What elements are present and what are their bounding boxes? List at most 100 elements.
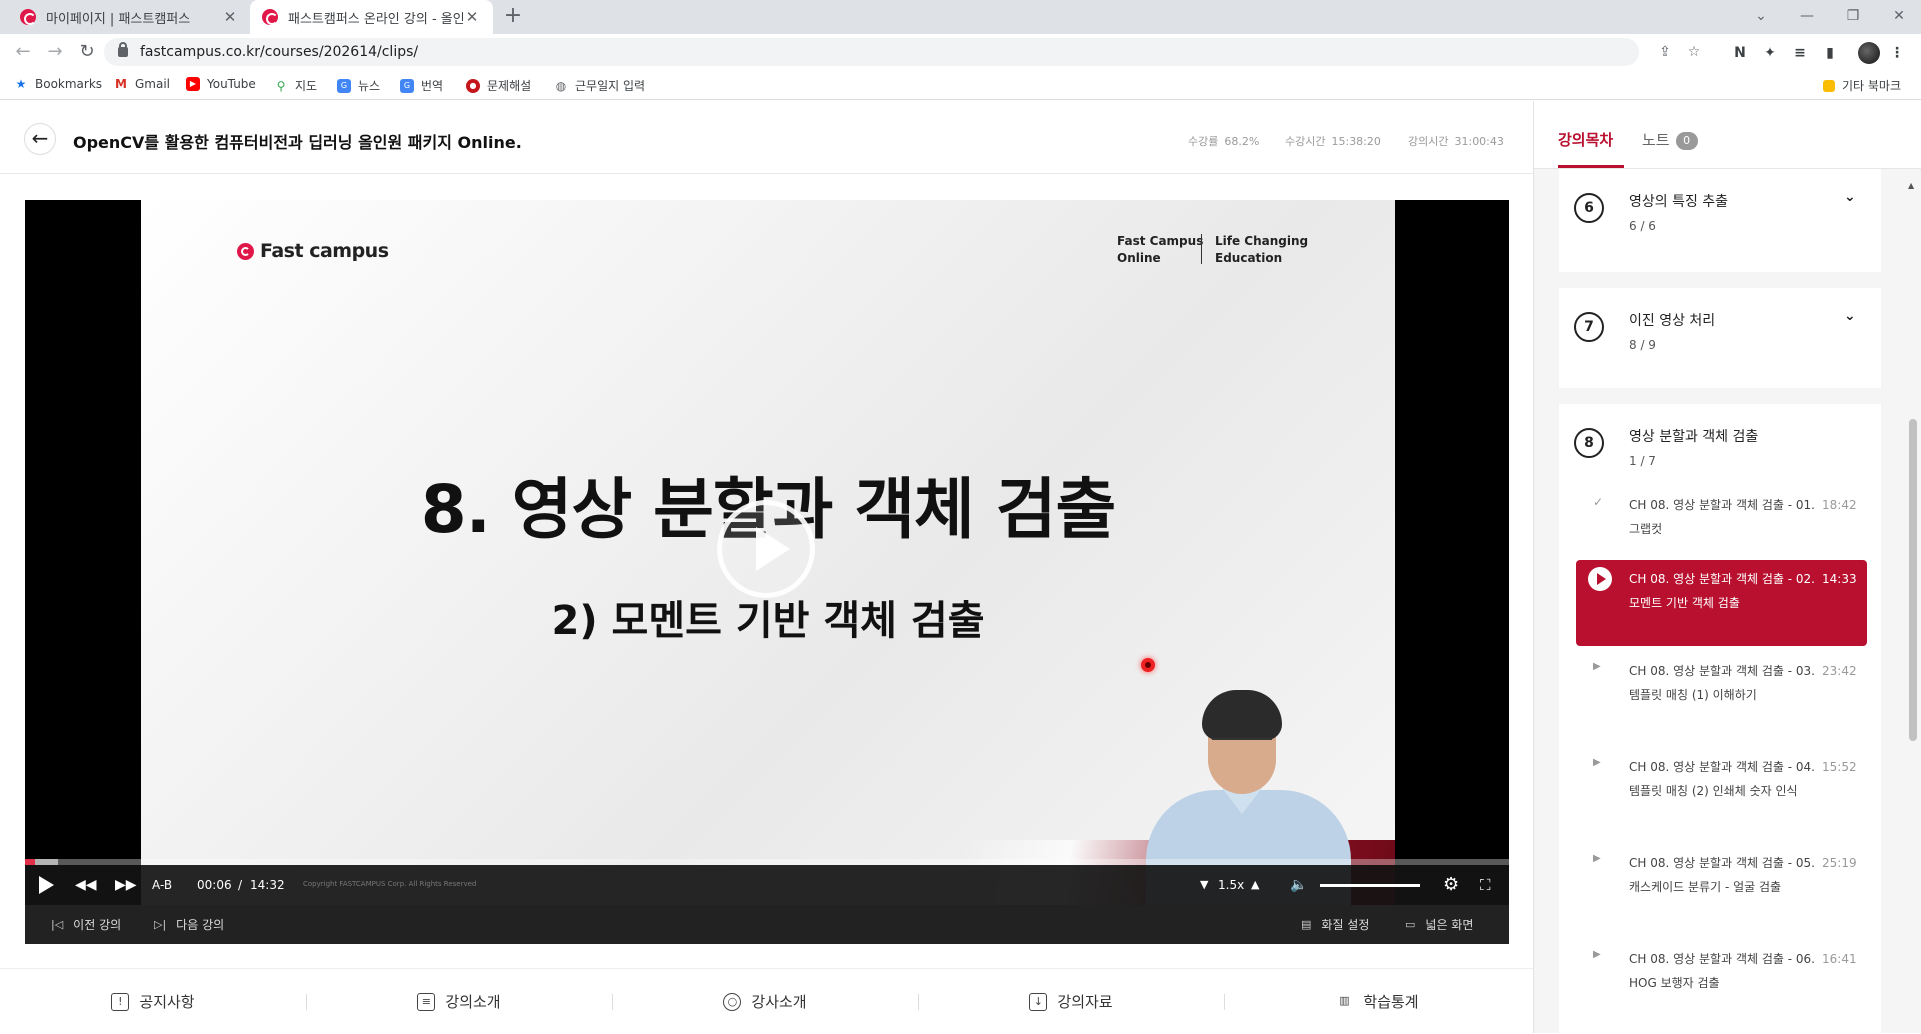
tab-title: 패스트캠퍼스 온라인 강의 - 올인 bbox=[288, 11, 463, 27]
speed-down-icon[interactable]: ▼ bbox=[1200, 875, 1208, 895]
panel-scrollbar[interactable] bbox=[1909, 419, 1917, 741]
chapter-7[interactable]: 7 이진 영상 처리 8 / 9 ⌄ bbox=[1559, 288, 1881, 388]
bookmark-star-icon[interactable]: ☆ bbox=[1684, 38, 1704, 66]
play-small-icon: ▶ bbox=[1593, 661, 1601, 672]
lesson-title: CH 08. 영상 분할과 객체 검출 - 06. HOG 보행자 검출 bbox=[1629, 952, 1815, 990]
lesson-duration: 15:52 bbox=[1822, 760, 1857, 774]
time-separator: / bbox=[238, 878, 243, 892]
lesson-item[interactable]: ▶ CH 08. 영상 분할과 객체 검출 - 03. 템플릿 매칭 (1) 이… bbox=[1559, 659, 1881, 739]
lesson-item-playing[interactable]: CH 08. 영상 분할과 객체 검출 - 02. 모멘트 기반 객체 검출 1… bbox=[1576, 560, 1867, 646]
bookmark-item[interactable]: ⚲ 지도 bbox=[274, 77, 318, 94]
share-icon[interactable]: ⇪ bbox=[1655, 38, 1675, 66]
fastcampus-logo-icon bbox=[237, 242, 254, 260]
address-bar-row: ← → ↻ fastcampus.co.kr/courses/202614/cl… bbox=[0, 34, 1921, 70]
chevron-down-icon[interactable]: ⌄ bbox=[1844, 189, 1856, 205]
bookmark-item[interactable]: M Gmail bbox=[114, 77, 170, 91]
chapter-title: 이진 영상 처리 bbox=[1629, 313, 1716, 329]
progress-stat: 수강률 68.2% bbox=[1188, 135, 1260, 148]
lesson-duration: 18:42 bbox=[1822, 498, 1857, 512]
extension-n-icon[interactable]: N bbox=[1729, 42, 1751, 64]
extensions-puzzle-icon[interactable]: ✦ bbox=[1759, 42, 1781, 64]
tab-materials[interactable]: ↓ 강의자료 bbox=[918, 969, 1224, 1034]
course-info-tabs: ! 공지사항 ≡ 강의소개 ○ 강사소개 ↓ 강의자료 ▥ 학습통계 bbox=[0, 968, 1533, 1033]
next-lecture-button[interactable]: ▷| 다음 강의 bbox=[154, 916, 224, 933]
video-player[interactable]: Fast campus Fast Campus Online Life Chan… bbox=[25, 200, 1509, 944]
tab-search-chevron-icon[interactable]: ⌄ bbox=[1738, 0, 1784, 34]
lesson-item[interactable]: ✓ CH 08. 영상 분할과 객체 검출 - 01. 그랩컷 18:42 bbox=[1559, 493, 1881, 549]
wide-screen-button[interactable]: ▭ 넓은 화면 bbox=[1405, 916, 1473, 933]
browser-menu-icon[interactable]: ⋮ bbox=[1886, 42, 1908, 64]
tab-instructor-intro[interactable]: ○ 강사소개 bbox=[612, 969, 918, 1034]
volume-icon[interactable]: 🔈 bbox=[1290, 875, 1307, 895]
close-tab-icon[interactable]: ✕ bbox=[221, 8, 239, 26]
play-icon[interactable] bbox=[39, 876, 54, 894]
prev-lecture-button[interactable]: |◁ 이전 강의 bbox=[51, 916, 121, 933]
lesson-duration: 14:33 bbox=[1822, 572, 1857, 586]
fast-forward-icon[interactable]: ▶▶ bbox=[115, 875, 137, 895]
lesson-item[interactable]: ▶ CH 08. 영상 분할과 객체 검출 - 06. HOG 보행자 검출 1… bbox=[1559, 947, 1881, 1007]
browser-tab-lecture[interactable]: 패스트캠퍼스 온라인 강의 - 올인 ✕ bbox=[250, 0, 493, 34]
speed-up-icon[interactable]: ▲ bbox=[1251, 875, 1259, 895]
course-title: OpenCV를 활용한 컴퓨터비전과 딥러닝 올인원 패키지 Online. bbox=[73, 133, 522, 152]
lesson-title: CH 08. 영상 분할과 객체 검출 - 04. 템플릿 매칭 (2) 인쇄체… bbox=[1629, 760, 1815, 798]
restore-icon[interactable]: ❐ bbox=[1830, 0, 1876, 34]
copyright-text: Copyright FASTCAMPUS Corp. All Rights Re… bbox=[303, 880, 477, 888]
settings-gear-icon[interactable]: ⚙ bbox=[1443, 875, 1459, 895]
bookmark-item[interactable]: ★ Bookmarks bbox=[14, 77, 102, 91]
bookmarks-bar: ★ Bookmarks M Gmail ▶ YouTube ⚲ 지도 G 뉴스 G 번역 ●… bbox=[0, 70, 1921, 100]
big-play-button[interactable] bbox=[717, 500, 815, 598]
new-tab-plus-icon[interactable]: + bbox=[500, 4, 526, 30]
rewind-icon[interactable]: ◀◀ bbox=[75, 875, 97, 895]
notes-count-badge: 0 bbox=[1675, 132, 1698, 150]
browser-tabbar: 마이페이지 | 패스트캠퍼스 ✕ 패스트캠퍼스 온라인 강의 - 올인 ✕ + … bbox=[0, 0, 1921, 34]
speed-value: 1.5x bbox=[1218, 878, 1245, 892]
lesson-item[interactable]: ▶ CH 08. 영상 분할과 객체 검출 - 05. 캐스케이드 분류기 - … bbox=[1559, 851, 1881, 931]
side-panel-icon[interactable]: ▮ bbox=[1819, 42, 1841, 64]
other-bookmarks[interactable]: 기타 북마크 bbox=[1823, 77, 1901, 94]
news-icon: G bbox=[337, 78, 351, 93]
volume-slider[interactable] bbox=[1320, 884, 1420, 887]
fastcampus-favicon-icon bbox=[20, 9, 36, 25]
maps-icon: ⚲ bbox=[276, 78, 286, 93]
bookmark-item[interactable]: G 뉴스 bbox=[337, 77, 380, 94]
bookmark-item[interactable]: ◍ 근무일지 입력 bbox=[554, 77, 645, 94]
lesson-item[interactable]: ▶ CH 08. 영상 분할과 객체 검출 - 04. 템플릿 매칭 (2) 인… bbox=[1559, 755, 1881, 835]
profile-avatar[interactable] bbox=[1858, 42, 1880, 64]
course-header: ← OpenCV를 활용한 컴퓨터비전과 딥러닝 올인원 패키지 Online.… bbox=[0, 101, 1533, 174]
scroll-up-arrow-icon[interactable]: ▲ bbox=[1908, 181, 1914, 190]
minimize-icon[interactable]: — bbox=[1784, 0, 1830, 34]
bookmark-item[interactable]: G 번역 bbox=[400, 77, 443, 94]
youtube-icon: ▶ bbox=[186, 77, 200, 91]
browser-tab-mypage[interactable]: 마이페이지 | 패스트캠퍼스 ✕ bbox=[8, 0, 251, 34]
fullscreen-icon[interactable]: ⛶ bbox=[1480, 875, 1491, 895]
quality-settings-button[interactable]: ▤ 화질 설정 bbox=[1301, 916, 1369, 933]
active-tab-underline bbox=[1558, 165, 1624, 168]
url-bar[interactable]: fastcampus.co.kr/courses/202614/clips/ ⇪… bbox=[104, 38, 1700, 66]
chapter-progress: 1 / 7 bbox=[1629, 454, 1656, 468]
lock-icon bbox=[118, 42, 128, 57]
chapter-title: 영상 분할과 객체 검출 bbox=[1629, 429, 1759, 445]
chapter-6[interactable]: 6 영상의 특징 추출 6 / 6 ⌄ bbox=[1559, 169, 1881, 272]
player-subbar: |◁ 이전 강의 ▷| 다음 강의 ▤ 화질 설정 ▭ 넓은 화면 bbox=[25, 905, 1509, 944]
close-tab-icon[interactable]: ✕ bbox=[463, 8, 481, 26]
chevron-down-icon[interactable]: ⌄ bbox=[1844, 308, 1856, 324]
close-window-icon[interactable]: ✕ bbox=[1876, 0, 1921, 34]
reading-list-icon[interactable]: ≡ bbox=[1789, 42, 1811, 64]
back-arrow-icon[interactable]: ← bbox=[12, 42, 34, 64]
tab-learning-stats[interactable]: ▥ 학습통계 bbox=[1224, 969, 1530, 1034]
bookmark-item[interactable]: ▶ YouTube bbox=[186, 77, 256, 91]
chapter-number: 7 bbox=[1574, 312, 1604, 342]
tab-notice[interactable]: ! 공지사항 bbox=[0, 969, 306, 1034]
bookmark-item[interactable]: ● 문제해설 bbox=[466, 77, 531, 94]
back-button[interactable]: ← bbox=[24, 123, 56, 155]
reload-icon[interactable]: ↻ bbox=[76, 42, 98, 64]
lesson-title: CH 08. 영상 분할과 객체 검출 - 01. 그랩컷 bbox=[1629, 498, 1815, 536]
tab-curriculum[interactable]: 강의목차 bbox=[1558, 129, 1613, 150]
ab-repeat-button[interactable]: A-B bbox=[152, 875, 172, 895]
tab-notes[interactable]: 노트 0 bbox=[1642, 129, 1698, 150]
quality-icon: ▤ bbox=[1301, 918, 1312, 931]
tab-course-intro[interactable]: ≡ 강의소개 bbox=[306, 969, 612, 1034]
course-time-stat: 강의시간 31:00:43 bbox=[1408, 135, 1504, 148]
forward-arrow-icon[interactable]: → bbox=[44, 42, 66, 64]
slide-tag-education: Life Changing Education bbox=[1215, 234, 1309, 265]
